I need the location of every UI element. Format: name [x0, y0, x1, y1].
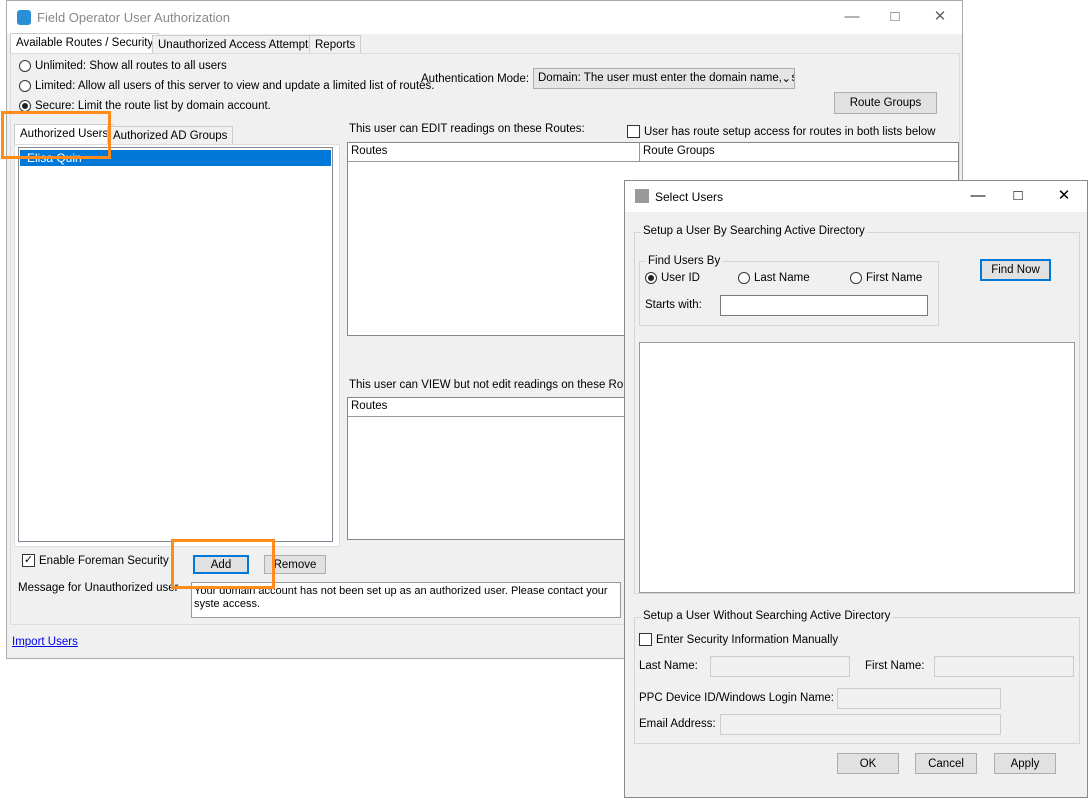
minimize-button[interactable]: — [968, 186, 988, 206]
radio-label: Last Name [754, 272, 810, 284]
starts-with-input[interactable] [720, 295, 928, 316]
chevron-down-icon: ⌄ [781, 71, 791, 85]
route-groups-button[interactable]: Route Groups [834, 92, 937, 114]
starts-with-label: Starts with: [645, 299, 702, 311]
radio-label: Unlimited: Show all routes to all users [35, 60, 227, 72]
group-label: Setup a User Without Searching Active Di… [641, 610, 893, 622]
auth-mode-select[interactable]: Domain: The user must enter the domain n… [533, 68, 795, 89]
find-users-by-group: Find Users By [639, 255, 939, 326]
column-header-routes[interactable]: Routes [348, 143, 640, 162]
device-id-label: PPC Device ID/Windows Login Name: [639, 692, 834, 704]
minimize-button[interactable]: — [842, 7, 862, 27]
edit-routes-label: This user can EDIT readings on these Rou… [349, 123, 585, 135]
maximize-button[interactable]: □ [885, 7, 905, 27]
tab-authorized-ad-groups[interactable]: Authorized AD Groups [107, 126, 234, 145]
authorized-users-list[interactable]: Elisa Quin [18, 147, 333, 542]
checkbox-label: Enter Security Information Manually [656, 633, 839, 646]
message-label: Message for Unauthorized user [18, 582, 179, 594]
highlight-authorized-users [1, 111, 111, 159]
email-input[interactable] [720, 714, 1001, 735]
search-results-list[interactable] [639, 342, 1075, 593]
radio-last-name[interactable]: Last Name [738, 272, 810, 284]
radio-limited[interactable]: Limited: Allow all users of this server … [19, 80, 435, 92]
last-name-input[interactable] [710, 656, 850, 677]
find-now-button[interactable]: Find Now [980, 259, 1051, 281]
dialog-title-bar: Select Users — □ ✕ [625, 181, 1087, 212]
checkbox-label: User has route setup access for routes i… [644, 125, 936, 138]
ok-button[interactable]: OK [837, 753, 899, 774]
radio-first-name[interactable]: First Name [850, 272, 922, 284]
route-setup-checkbox[interactable]: User has route setup access for routes i… [627, 125, 935, 138]
last-name-label: Last Name: [639, 660, 698, 672]
select-users-dialog: Select Users — □ ✕ Setup a User By Searc… [624, 180, 1088, 798]
dialog-icon [635, 189, 649, 203]
checkbox-label: Enable Foreman Security [39, 554, 169, 567]
app-icon [17, 10, 31, 25]
radio-label: User ID [661, 272, 700, 284]
import-users-link[interactable]: Import Users [12, 636, 78, 648]
title-bar: Field Operator User Authorization — □ ✕ [7, 1, 962, 34]
tab-reports[interactable]: Reports [309, 35, 362, 54]
dialog-title: Select Users [655, 190, 724, 204]
group-label: Find Users By [646, 255, 723, 267]
close-button[interactable]: ✕ [1054, 186, 1074, 206]
cancel-button[interactable]: Cancel [915, 753, 977, 774]
group-label: Setup a User By Searching Active Directo… [641, 225, 867, 237]
highlight-add-button [171, 539, 275, 589]
view-routes-label: This user can VIEW but not edit readings… [349, 379, 640, 391]
device-id-input[interactable] [837, 688, 1001, 709]
apply-button[interactable]: Apply [994, 753, 1056, 774]
radio-label: First Name [866, 272, 923, 284]
manual-entry-checkbox[interactable]: Enter Security Information Manually [639, 633, 838, 646]
auth-mode-value: Domain: The user must enter the domain n… [538, 72, 795, 84]
radio-label: Limited: Allow all users of this server … [35, 80, 435, 92]
radio-user-id[interactable]: User ID [645, 272, 700, 284]
first-name-input[interactable] [934, 656, 1074, 677]
window-title: Field Operator User Authorization [37, 10, 230, 25]
tab-unauthorized-access[interactable]: Unauthorized Access Attempts [152, 35, 320, 54]
email-label: Email Address: [639, 718, 716, 730]
column-header-route-groups[interactable]: Route Groups [640, 143, 958, 162]
first-name-label: First Name: [865, 660, 925, 672]
maximize-button[interactable]: □ [1008, 186, 1028, 206]
tab-available-routes[interactable]: Available Routes / Security [10, 33, 160, 54]
radio-unlimited[interactable]: Unlimited: Show all routes to all users [19, 60, 227, 72]
close-button[interactable]: ✕ [930, 7, 950, 27]
foreman-security-checkbox[interactable]: ✓ Enable Foreman Security [22, 554, 169, 567]
auth-mode-label: Authentication Mode: [421, 73, 530, 85]
